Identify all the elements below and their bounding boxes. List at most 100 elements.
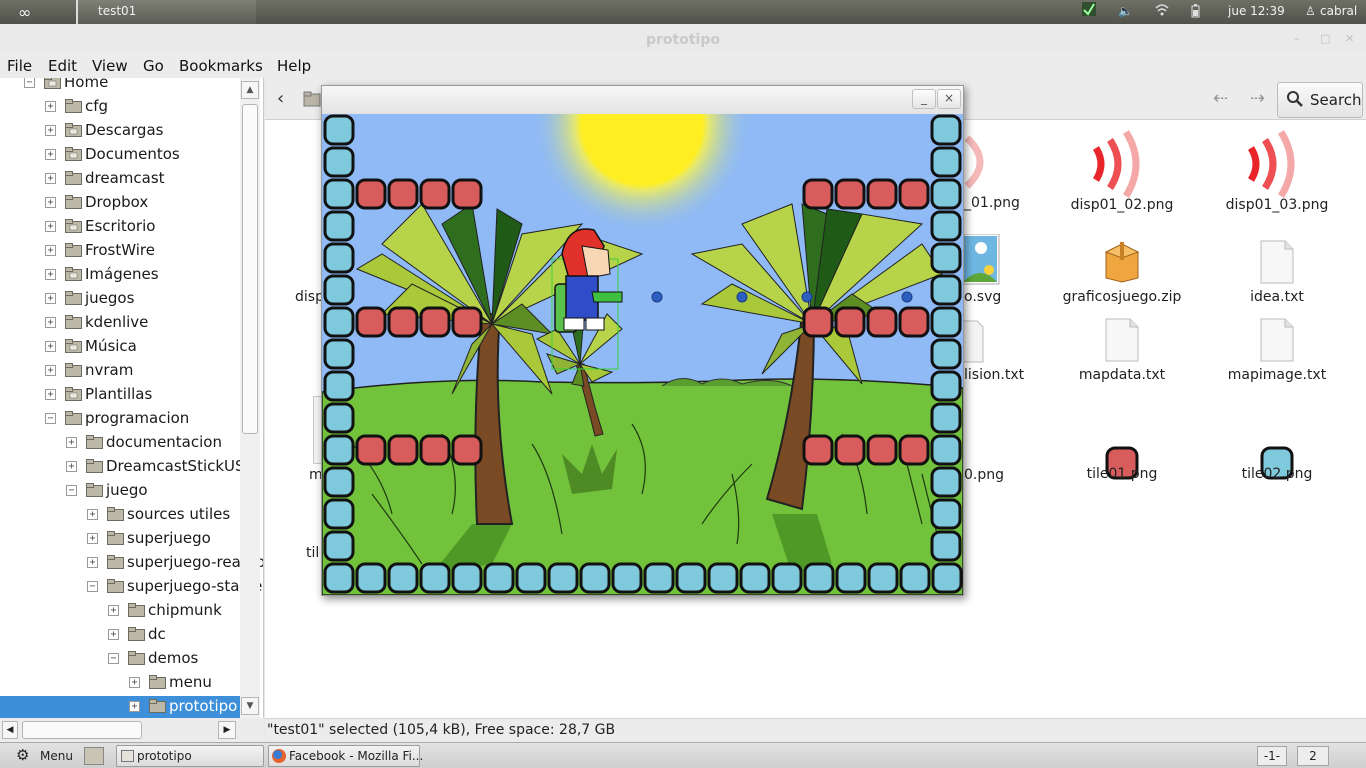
expand-icon[interactable]: +	[45, 197, 56, 208]
sidebar-item[interactable]: + sources utiles	[0, 504, 240, 526]
sidebar-item[interactable]: + Imágenes	[0, 264, 240, 286]
sidebar-item[interactable]: + kdenlive	[0, 312, 240, 334]
task-firefox[interactable]: Facebook - Mozilla Fi...	[268, 745, 423, 767]
expand-icon[interactable]: +	[45, 317, 56, 328]
workspace-1[interactable]: -1-	[1257, 746, 1287, 766]
sidebar-item[interactable]: + Descargas	[0, 120, 240, 142]
volume-icon[interactable]: 🔈	[1118, 4, 1133, 18]
sidebar-item[interactable]: − demos	[0, 648, 240, 670]
sidebar-item[interactable]: + Documentos	[0, 144, 240, 166]
infinity-menu-icon[interactable]: ∞	[18, 3, 31, 22]
game-canvas[interactable]	[322, 114, 963, 595]
file-label-partial[interactable]: lision.txt	[964, 367, 1024, 383]
sound-waves-icon[interactable]	[963, 130, 999, 194]
sidebar-item[interactable]: + superjuego-read-o	[0, 552, 263, 574]
collapse-icon[interactable]: −	[66, 485, 77, 496]
sidebar-item[interactable]: + Música	[0, 336, 240, 358]
expand-icon[interactable]: +	[87, 509, 98, 520]
expand-icon[interactable]: +	[45, 365, 56, 376]
collapse-icon[interactable]: −	[45, 413, 56, 424]
expand-icon[interactable]: +	[87, 533, 98, 544]
network-icon[interactable]	[1082, 2, 1096, 19]
expand-icon[interactable]: +	[66, 437, 77, 448]
battery-icon[interactable]	[1191, 4, 1200, 21]
collapse-icon[interactable]: −	[108, 653, 119, 664]
game-close-button[interactable]: ×	[937, 89, 961, 109]
expand-icon[interactable]: +	[129, 677, 140, 688]
maximize-button[interactable]: □	[1320, 32, 1330, 45]
sidebar-item[interactable]: + DreamcastStickUSB	[0, 456, 255, 478]
sidebar-item[interactable]: + menu	[0, 672, 240, 694]
scroll-up-icon[interactable]: ▲	[241, 81, 259, 99]
game-window[interactable]: _ ×	[321, 85, 964, 596]
expand-icon[interactable]: +	[45, 173, 56, 184]
expand-icon[interactable]: +	[108, 605, 119, 616]
expand-icon[interactable]: +	[45, 293, 56, 304]
sidebar-item[interactable]: + chipmunk	[0, 600, 240, 622]
back-arrow-icon[interactable]: ⇠	[1213, 88, 1228, 109]
sidebar-item[interactable]: + dreamcast	[0, 168, 240, 190]
search-button[interactable]: Search	[1277, 82, 1363, 118]
sidebar-item[interactable]: − programacion	[0, 408, 240, 430]
expand-icon[interactable]: +	[45, 125, 56, 136]
menu-edit[interactable]: Edit	[48, 57, 77, 75]
scroll-down-icon[interactable]: ▼	[241, 697, 259, 715]
sidebar-item[interactable]: + Escritorio	[0, 216, 240, 238]
expand-icon[interactable]: +	[45, 221, 56, 232]
game-minimize-button[interactable]: _	[912, 89, 936, 109]
sidebar-item[interactable]: + cfg	[0, 96, 240, 118]
menu-go[interactable]: Go	[143, 57, 164, 75]
expand-icon[interactable]: +	[45, 149, 56, 160]
show-desktop-icon[interactable]	[84, 747, 104, 765]
active-window-indicator[interactable]: test01	[76, 0, 256, 24]
sidebar-item[interactable]: − Home	[0, 78, 240, 94]
path-scroll-left-icon[interactable]: ‹	[277, 88, 284, 109]
expand-icon[interactable]: +	[45, 269, 56, 280]
menu-file[interactable]: File	[7, 57, 32, 75]
expand-icon[interactable]: +	[66, 461, 77, 472]
workspace-2[interactable]: 2	[1297, 746, 1329, 766]
text-file-icon[interactable]	[963, 320, 987, 364]
sidebar-item[interactable]: + Dropbox	[0, 192, 240, 214]
expand-icon[interactable]: +	[45, 389, 56, 400]
menu-help[interactable]: Help	[277, 57, 311, 75]
wifi-icon[interactable]	[1155, 4, 1169, 19]
task-prototipo[interactable]: prototipo	[116, 745, 264, 767]
sidebar-item[interactable]: + documentacion	[0, 432, 240, 454]
menu-button[interactable]: ⚙ Menu	[2, 745, 78, 767]
expand-icon[interactable]: +	[108, 629, 119, 640]
sidebar-item[interactable]: + dc	[0, 624, 240, 646]
hscroll-right-icon[interactable]: ▶	[218, 721, 236, 739]
sidebar-tree[interactable]: − Home + cfg + Descargas + Documentos + dreamcast…	[0, 78, 264, 718]
file-label-partial[interactable]: o.svg	[964, 289, 1001, 305]
hscroll-thumb[interactable]	[22, 721, 142, 739]
expand-icon[interactable]: +	[45, 245, 56, 256]
hscroll-left-icon[interactable]: ◀	[2, 721, 18, 739]
forward-arrow-icon[interactable]: ⇢	[1250, 88, 1265, 109]
sidebar-item[interactable]: + superjuego	[0, 528, 240, 550]
file-label-partial[interactable]: disp	[295, 289, 324, 305]
sidebar-item[interactable]: + prototipo	[0, 696, 240, 718]
sidebar-item[interactable]: + juegos	[0, 288, 240, 310]
image-file-icon[interactable]	[963, 234, 1003, 288]
user-name[interactable]: cabral	[1320, 4, 1357, 18]
game-titlebar[interactable]: _ ×	[322, 86, 963, 114]
expand-icon[interactable]: +	[45, 101, 56, 112]
menu-bookmarks[interactable]: Bookmarks	[179, 57, 263, 75]
file-label-partial[interactable]: til	[306, 545, 319, 561]
clock[interactable]: jue 12:39	[1228, 4, 1285, 18]
sidebar-item[interactable]: − superjuego-stable	[0, 576, 262, 598]
sidebar-hscrollbar[interactable]: ◀ ▶	[0, 718, 264, 742]
sidebar-item[interactable]: − juego	[0, 480, 240, 502]
collapse-icon[interactable]: −	[24, 78, 35, 88]
sidebar-item[interactable]: + nvram	[0, 360, 240, 382]
minimize-button[interactable]: –	[1294, 32, 1300, 45]
home-folder-icon[interactable]	[303, 91, 321, 111]
file-label-partial[interactable]: 0.png	[964, 467, 1004, 483]
file-label-partial[interactable]: _01.png	[964, 195, 1020, 211]
sidebar-item[interactable]: + FrostWire	[0, 240, 240, 262]
expand-icon[interactable]: +	[87, 557, 98, 568]
sidebar-item[interactable]: + Plantillas	[0, 384, 240, 406]
expand-icon[interactable]: +	[129, 701, 140, 712]
close-button[interactable]: ✕	[1345, 32, 1354, 45]
